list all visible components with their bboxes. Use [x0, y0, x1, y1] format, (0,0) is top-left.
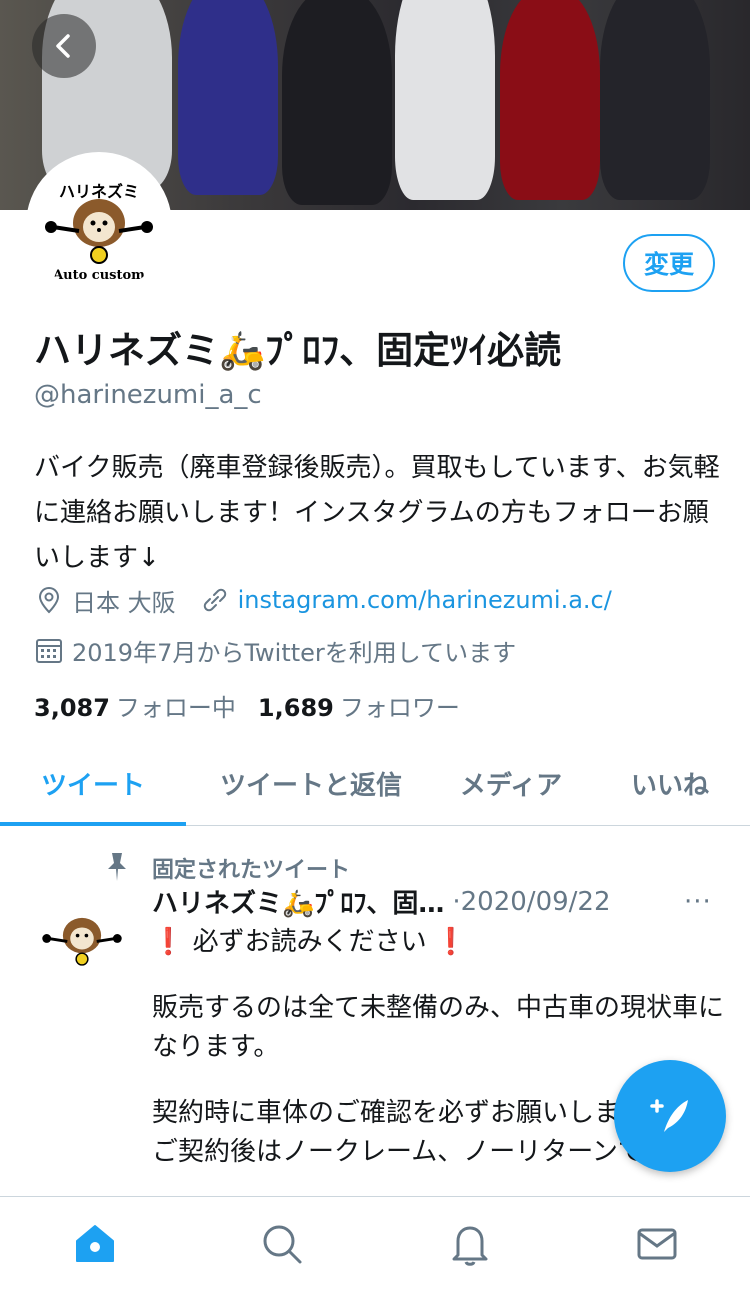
location-website-row: 日本 大阪 instagram.com/harinezumi.a.c/: [34, 582, 612, 618]
bio: バイク販売（廃車登録後販売）。買取もしています、お気軽に連絡お願いします！インス…: [34, 453, 720, 573]
edit-profile-button[interactable]: 変更: [623, 234, 715, 292]
following-count[interactable]: 3,087: [34, 694, 110, 722]
tweet-paragraph-2: 販売するのは全て未整備のみ、中古車の現状車になります。: [152, 993, 725, 1062]
tab-media[interactable]: メディア: [440, 740, 582, 826]
nav-messages[interactable]: [632, 1219, 682, 1269]
display-name: ハリネズミ🛵ﾌﾟﾛﾌ、固定ﾂｲ必読: [34, 329, 562, 372]
avatar-text-bottom: Auto custom: [52, 268, 145, 283]
bell-icon: [452, 1226, 488, 1266]
banner-scooter-red: [500, 0, 600, 200]
exclamation-icon: ❗: [434, 927, 468, 957]
back-button[interactable]: [32, 14, 96, 78]
followers-label[interactable]: フォロワー: [340, 694, 460, 722]
tweet-line-1-text: 必ずお読みください: [192, 927, 427, 957]
followers-count[interactable]: 1,689: [258, 694, 334, 722]
location-text: 日本 大阪: [72, 588, 176, 617]
tweet-avatar[interactable]: [32, 887, 132, 987]
hedgehog-logo: ハリネズミ Auto custom: [33, 159, 165, 291]
chevron-left-icon: [56, 34, 70, 58]
joined-text: 2019年7月からTwitterを利用しています: [72, 638, 517, 667]
exclamation-icon: ❗: [152, 927, 185, 957]
tab-tweets-replies[interactable]: ツイートと返信: [196, 740, 426, 826]
profile-avatar[interactable]: ハリネズミ Auto custom: [26, 152, 172, 298]
banner-scooter-black: [282, 0, 392, 205]
calendar-icon: [34, 635, 64, 665]
compose-feather-icon: [650, 1099, 688, 1132]
pin-icon: [104, 851, 130, 887]
nav-home[interactable]: [70, 1219, 120, 1269]
profile-tabs: ツイート ツイートと返信 メディア いいね: [0, 740, 750, 826]
banner-scooter-dark: [600, 0, 710, 200]
tab-tweets[interactable]: ツイート: [0, 740, 186, 826]
nav-search[interactable]: [257, 1219, 307, 1269]
avatar-text-top: ハリネズミ: [59, 182, 139, 201]
tab-likes[interactable]: いいね: [610, 740, 730, 826]
active-tab-indicator: [0, 822, 186, 826]
home-icon: [76, 1225, 114, 1262]
compose-tweet-button[interactable]: [614, 1060, 726, 1172]
pinned-label: 固定されたツイート: [152, 858, 351, 883]
hedgehog-logo-small: [33, 888, 131, 986]
tweet-author[interactable]: ハリネズミ🛵ﾌﾟﾛﾌ、固…: [152, 883, 444, 920]
joined-row: 2019年7月からTwitterを利用しています: [34, 632, 516, 668]
location-pin-icon: [34, 585, 64, 615]
link-icon: [200, 585, 230, 615]
website-link[interactable]: instagram.com/harinezumi.a.c/: [238, 586, 612, 614]
following-label[interactable]: フォロー中: [116, 694, 236, 722]
handle: @harinezumi_a_c: [34, 380, 262, 410]
tweet-line-1: ❗ 必ずお読みください ❗: [152, 923, 732, 962]
mail-icon: [637, 1228, 677, 1260]
follow-stats: 3,087 フォロー中 1,689 フォロワー: [34, 688, 482, 723]
bottom-navigation: [0, 1196, 750, 1294]
banner-scooter-blue: [178, 0, 278, 195]
tweet-date[interactable]: ·2020/09/22: [452, 887, 610, 917]
nav-notifications[interactable]: [445, 1219, 495, 1269]
banner-scooter-white2: [395, 0, 495, 200]
tweet-header: ハリネズミ🛵ﾌﾟﾛﾌ、固… ·2020/09/22: [152, 883, 611, 920]
more-options-icon[interactable]: ···: [684, 887, 712, 917]
search-icon: [263, 1225, 302, 1264]
